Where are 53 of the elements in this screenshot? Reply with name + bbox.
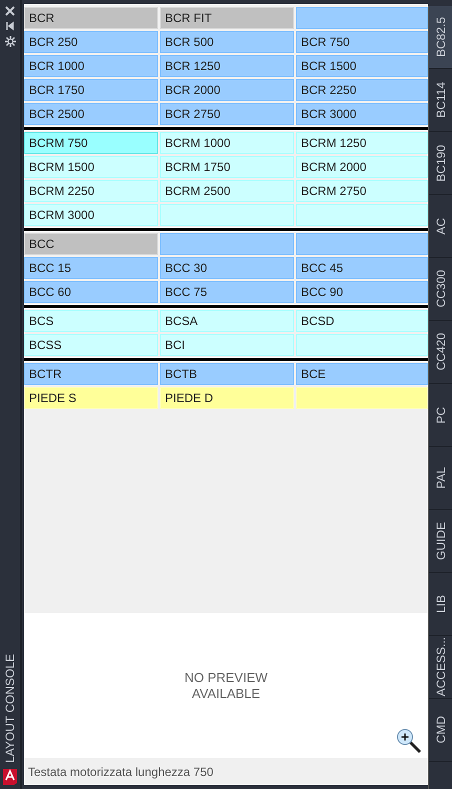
app-logo-icon[interactable] (3, 769, 17, 785)
catalog-item[interactable]: BCI (160, 334, 294, 356)
catalog-item[interactable]: BCR 250 (24, 31, 158, 53)
catalog-item[interactable]: BCR 750 (296, 31, 428, 53)
catalog-item[interactable]: PIEDE S (24, 387, 158, 409)
catalog-item[interactable]: BCRM 2250 (24, 180, 158, 202)
catalog-item[interactable]: BCC 75 (160, 281, 294, 303)
side-tab[interactable]: BC82.5 (429, 6, 452, 69)
catalog-item[interactable]: BCRM 2500 (160, 180, 294, 202)
catalog-item[interactable]: BCC 90 (296, 281, 428, 303)
catalog-item[interactable]: BCC 15 (24, 257, 158, 279)
catalog-item[interactable]: BCRM 2000 (296, 156, 428, 178)
catalog-item[interactable]: BCRM 2750 (296, 180, 428, 202)
catalog-item[interactable]: BCC 30 (160, 257, 294, 279)
catalog-item[interactable]: BCR (24, 7, 158, 29)
catalog-item[interactable]: BCRM 1500 (24, 156, 158, 178)
catalog-item[interactable]: BCSD (296, 310, 428, 332)
catalog-item[interactable]: BCRM 1250 (296, 132, 428, 154)
zoom-in-icon[interactable] (396, 728, 422, 754)
status-text: Testata motorizzata lunghezza 750 (27, 764, 214, 780)
catalog-item[interactable]: BCC 60 (24, 281, 158, 303)
panel-title: LAYOUT CONSOLE (3, 654, 17, 763)
catalog-item[interactable]: BCTR (24, 363, 158, 385)
catalog-item[interactable]: BCR 3000 (296, 103, 428, 125)
catalog-item[interactable] (160, 233, 294, 255)
catalog-item[interactable]: BCRM 1000 (160, 132, 294, 154)
catalog-item[interactable]: BCSA (160, 310, 294, 332)
catalog-item[interactable]: BCR 1250 (160, 55, 294, 77)
settings-icon[interactable] (4, 36, 16, 47)
close-icon[interactable] (5, 6, 15, 16)
catalog-item[interactable]: BCRM 750 (24, 132, 158, 154)
catalog-item[interactable]: BCS (24, 310, 158, 332)
catalog-item[interactable]: BCR 2250 (296, 79, 428, 101)
catalog-item[interactable]: BCR 500 (160, 31, 294, 53)
catalog-item[interactable] (296, 7, 428, 29)
catalog-item[interactable]: BCSS (24, 334, 158, 356)
catalog-item[interactable]: BCE (296, 363, 428, 385)
catalog-item[interactable]: BCR 2000 (160, 79, 294, 101)
catalog-item[interactable]: BCC (24, 233, 158, 255)
catalog-item[interactable]: BCC 45 (296, 257, 428, 279)
catalog-item[interactable]: BCR FIT (160, 7, 294, 29)
catalog-item[interactable]: BCR 1500 (296, 55, 428, 77)
catalog-item[interactable]: BCR 1750 (24, 79, 158, 101)
preview-message: NO PREVIEW AVAILABLE (184, 670, 268, 702)
catalog-item[interactable]: BCRM 1750 (160, 156, 294, 178)
catalog-item[interactable] (296, 233, 428, 255)
catalog-item[interactable]: BCTB (160, 363, 294, 385)
catalog-item[interactable]: PIEDE D (160, 387, 294, 409)
catalog-item[interactable]: BCR 2500 (24, 103, 158, 125)
side-tab[interactable]: ACCESS... (429, 636, 452, 699)
catalog-item[interactable]: BCRM 3000 (24, 204, 158, 226)
catalog-item[interactable]: BCR 1000 (24, 55, 158, 77)
catalog-item[interactable]: BCR 2750 (160, 103, 294, 125)
